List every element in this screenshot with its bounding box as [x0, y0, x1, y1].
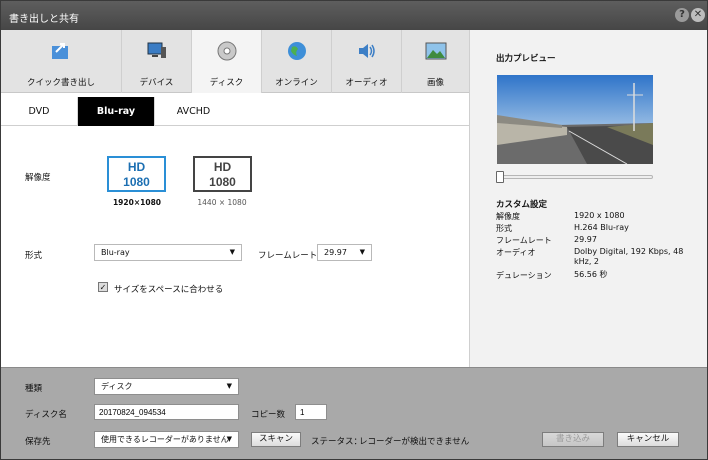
dropdown-arrow-icon: ▼ — [229, 248, 235, 256]
globe-icon — [287, 42, 306, 60]
setting-value: H.264 Blu-ray — [574, 223, 629, 232]
type-label: 種類 — [25, 384, 43, 394]
speaker-icon — [358, 44, 375, 58]
preview-image — [497, 75, 653, 164]
fit-to-space-checkbox[interactable]: ✓ — [98, 282, 108, 292]
tab-audio[interactable]: オーディオ — [332, 30, 402, 93]
output-options-panel: 種類 ディスク ▼ ディスク名 コピー数 保存先 使用できるレコーダーがありません… — [1, 367, 707, 459]
framerate-label: フレームレート — [258, 251, 318, 261]
hd-text: 1080 — [209, 175, 236, 189]
main-tabs: クイック書き出し デバイス ディスク オンライン オーディオ 画像 — [1, 30, 469, 93]
hd1080-1440-option[interactable]: HD 1080 — [193, 156, 252, 192]
dropdown-arrow-icon: ▼ — [226, 382, 232, 390]
format-select[interactable]: Blu-ray ▼ — [94, 244, 242, 261]
tab-label: ディスク — [209, 78, 244, 88]
framerate-select[interactable]: 29.97 ▼ — [317, 244, 372, 261]
help-button[interactable]: ? — [675, 8, 689, 22]
type-value: ディスク — [101, 382, 133, 391]
export-share-window: 書き出しと共有 ? ✕ クイック書き出し デバイス ディスク オンライン オーデ… — [0, 0, 708, 460]
copies-input[interactable] — [295, 404, 327, 420]
hd-text: HD — [127, 160, 146, 174]
tab-label: クイック書き出し — [26, 78, 95, 88]
setting-key: 形式 — [496, 224, 512, 233]
save-to-label: 保存先 — [25, 437, 51, 447]
custom-settings-title: カスタム設定 — [496, 200, 548, 210]
settings-pane: クイック書き出し デバイス ディスク オンライン オーディオ 画像 DVD Bl… — [1, 30, 469, 367]
hd-text: HD — [213, 160, 232, 174]
dropdown-arrow-icon: ▼ — [226, 435, 232, 443]
preview-slider[interactable] — [496, 171, 653, 183]
format-value: Blu-ray — [101, 248, 130, 257]
road-scene-image — [497, 75, 653, 164]
type-select[interactable]: ディスク ▼ — [94, 378, 239, 395]
tab-label: オーディオ — [345, 78, 388, 88]
tab-online[interactable]: オンライン — [262, 30, 332, 93]
tab-avchd[interactable]: AVCHD — [155, 97, 232, 126]
title-bar: 書き出しと共有 ? ✕ — [1, 1, 707, 30]
format-subtabs: DVD Blu-ray AVCHD — [1, 97, 469, 126]
tab-bluray[interactable]: Blu-ray — [78, 97, 155, 126]
picture-icon — [425, 42, 446, 60]
scan-button[interactable]: スキャン — [251, 432, 301, 447]
resolution-label: 解像度 — [25, 173, 51, 183]
hd1080-full-option[interactable]: HD 1080 — [107, 156, 166, 192]
slider-thumb[interactable] — [496, 171, 504, 183]
setting-value: Dolby Digital, 192 Kbps, 48 kHz, 2 — [574, 247, 684, 266]
window-title: 書き出しと共有 — [9, 14, 79, 25]
fit-to-space-label: サイズをスペースに合わせる — [114, 285, 224, 295]
setting-key: オーディオ — [496, 248, 536, 257]
setting-key: 解像度 — [496, 212, 520, 221]
disc-name-input[interactable] — [94, 404, 239, 420]
cancel-button[interactable]: キャンセル — [617, 432, 679, 447]
hd-text: 1080 — [123, 175, 150, 189]
tab-label: デバイス — [139, 78, 174, 88]
close-button[interactable]: ✕ — [691, 8, 705, 22]
disc-name-label: ディスク名 — [25, 410, 67, 420]
copies-label: コピー数 — [251, 410, 286, 420]
setting-value: 29.97 — [574, 235, 597, 244]
tab-disc[interactable]: ディスク — [192, 30, 262, 93]
output-preview-pane: 出力プレビュー カスタム設定 解像度 1920 x 1080 形式 H.264 … — [469, 30, 707, 367]
tab-label: 画像 — [426, 78, 444, 88]
setting-value: 56.56 秒 — [574, 270, 608, 279]
status-value: レコーダーが検出できません — [359, 437, 470, 447]
tab-dvd[interactable]: DVD — [1, 97, 78, 126]
preview-title: 出力プレビュー — [496, 54, 556, 64]
setting-key: デュレーション — [496, 271, 552, 280]
save-to-select[interactable]: 使用できるレコーダーがありません ▼ — [94, 431, 239, 448]
resolution-caption: 1920×1080 — [112, 198, 162, 207]
framerate-value: 29.97 — [324, 248, 347, 257]
quick-export-icon — [52, 43, 68, 59]
disc-icon — [217, 41, 236, 61]
dropdown-arrow-icon: ▼ — [359, 248, 365, 256]
format-label: 形式 — [25, 251, 43, 261]
setting-key: フレームレート — [496, 236, 552, 245]
tab-label: オンライン — [275, 78, 318, 88]
write-button[interactable]: 書き込み — [542, 432, 604, 447]
tab-image[interactable]: 画像 — [402, 30, 469, 93]
status-label: ステータス： — [311, 437, 363, 447]
device-icon — [147, 42, 166, 58]
save-to-value: 使用できるレコーダーがありません — [101, 435, 229, 444]
setting-value: 1920 x 1080 — [574, 211, 625, 220]
resolution-caption: 1440 × 1080 — [197, 198, 247, 207]
tab-quick-export[interactable]: クイック書き出し — [1, 30, 122, 93]
tab-device[interactable]: デバイス — [122, 30, 192, 93]
